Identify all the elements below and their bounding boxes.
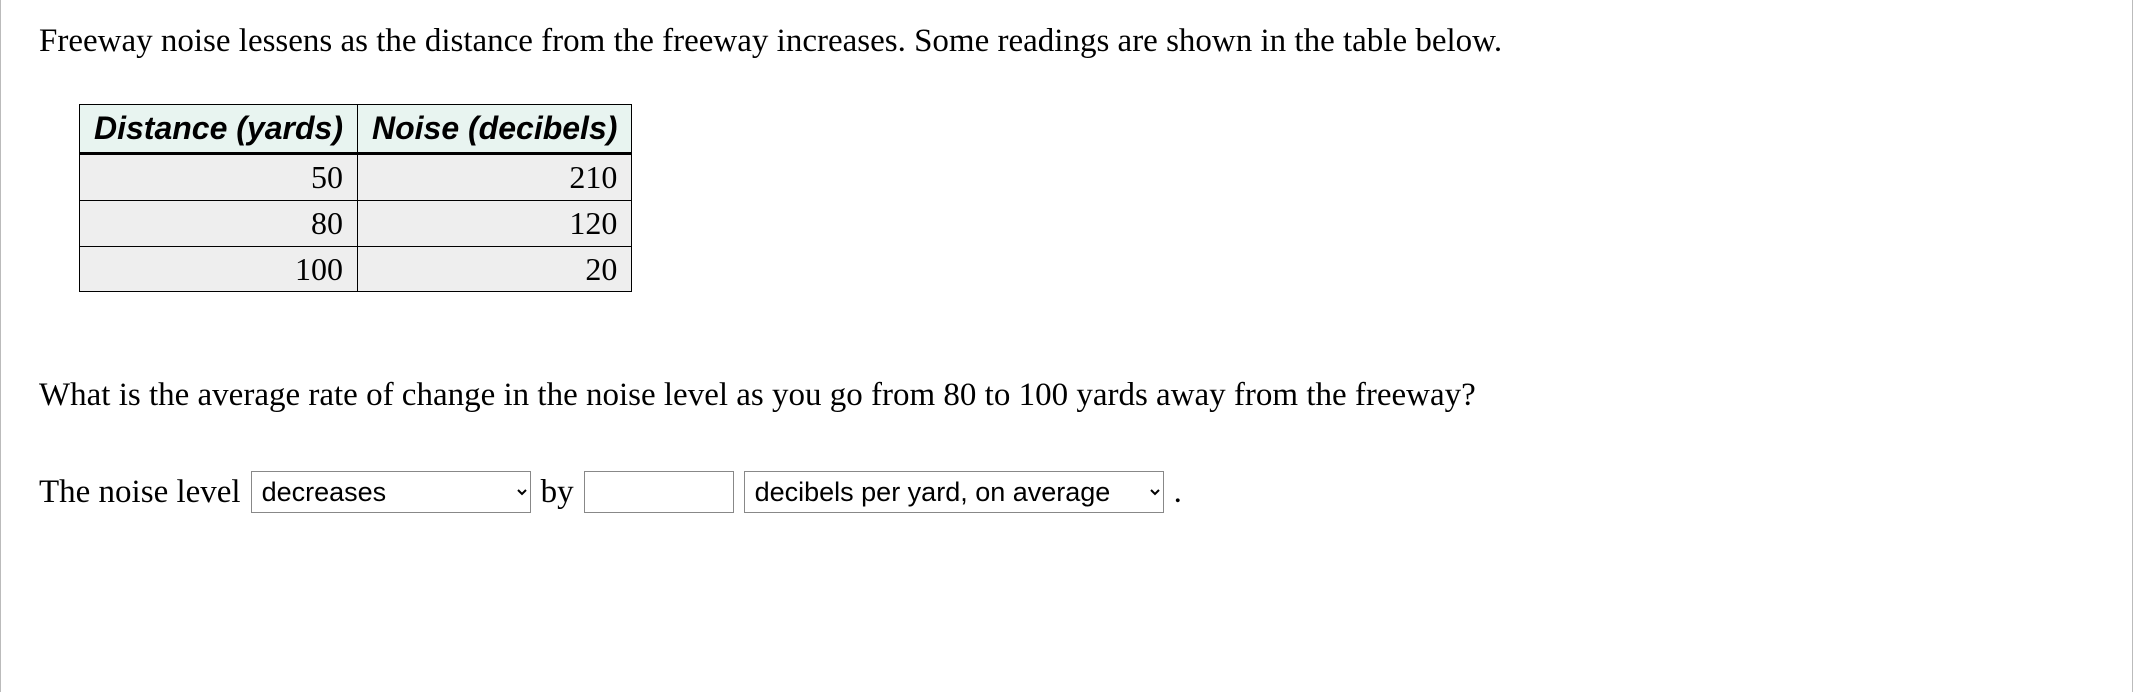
- cell-distance: 50: [80, 153, 358, 200]
- question-container: Freeway noise lessens as the distance fr…: [0, 0, 2133, 692]
- cell-distance: 80: [80, 200, 358, 246]
- cell-noise: 120: [357, 200, 631, 246]
- intro-text: Freeway noise lessens as the distance fr…: [39, 18, 2094, 64]
- col-header-distance: Distance (yards): [80, 105, 358, 154]
- data-table: Distance (yards) Noise (decibels) 50 210…: [79, 104, 632, 292]
- cell-noise: 210: [357, 153, 631, 200]
- table-row: 80 120: [80, 200, 632, 246]
- by-label: by: [541, 469, 574, 515]
- table-row: 50 210: [80, 153, 632, 200]
- answer-prefix: The noise level: [39, 469, 241, 515]
- direction-select[interactable]: decreases: [251, 471, 531, 513]
- question-text: What is the average rate of change in th…: [39, 372, 2094, 418]
- period: .: [1174, 469, 1182, 515]
- cell-distance: 100: [80, 246, 358, 292]
- units-select[interactable]: decibels per yard, on average: [744, 471, 1164, 513]
- cell-noise: 20: [357, 246, 631, 292]
- answer-line: The noise level decreases by decibels pe…: [39, 469, 2094, 515]
- col-header-noise: Noise (decibels): [357, 105, 631, 154]
- data-table-wrapper: Distance (yards) Noise (decibels) 50 210…: [79, 104, 2094, 292]
- value-input[interactable]: [584, 471, 734, 513]
- table-header-row: Distance (yards) Noise (decibels): [80, 105, 632, 154]
- table-row: 100 20: [80, 246, 632, 292]
